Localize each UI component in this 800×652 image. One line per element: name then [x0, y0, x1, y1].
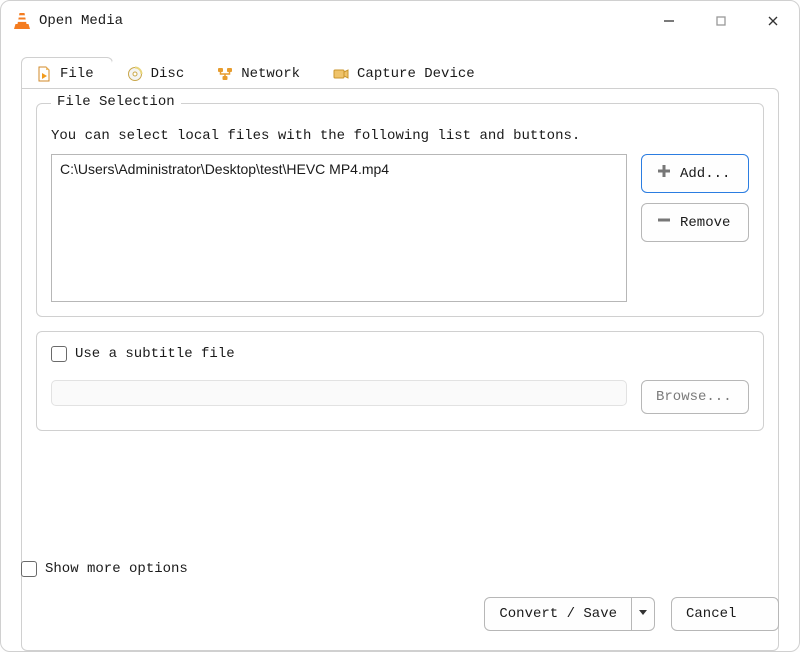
convert-save-label: Convert / Save — [499, 606, 617, 622]
titlebar: Open Media — [1, 1, 799, 41]
subtitle-checkbox[interactable] — [51, 346, 67, 362]
add-button-label: Add... — [680, 166, 730, 182]
convert-save-dropdown[interactable] — [632, 597, 655, 631]
subtitle-path-input — [51, 380, 627, 406]
tab-file-label: File — [60, 66, 94, 82]
window-title: Open Media — [39, 13, 123, 29]
subtitle-browse-button: Browse... — [641, 380, 749, 414]
tab-disc-label: Disc — [151, 66, 185, 82]
add-button[interactable]: Add... — [641, 154, 749, 193]
tab-bar: File Disc Network Capture Device — [21, 57, 779, 89]
capture-device-icon — [333, 66, 349, 82]
tab-disc[interactable]: Disc — [112, 57, 204, 89]
file-selection-group: File Selection You can select local file… — [36, 103, 764, 317]
dialog-footer: Convert / Save Cancel — [484, 597, 779, 631]
plus-icon — [656, 163, 672, 184]
cancel-button-label: Cancel — [686, 606, 736, 622]
disc-icon — [127, 66, 143, 82]
subtitle-checkbox-label: Use a subtitle file — [75, 346, 235, 362]
convert-save-split-button: Convert / Save — [484, 597, 655, 631]
tab-file[interactable]: File — [21, 57, 113, 89]
file-list-item[interactable]: C:\Users\Administrator\Desktop\test\HEVC… — [60, 161, 618, 177]
show-more-options-checkbox[interactable] — [21, 561, 37, 577]
file-icon — [36, 66, 52, 82]
maximize-button[interactable] — [695, 1, 747, 41]
subtitle-group: Use a subtitle file Browse... — [36, 331, 764, 431]
tab-capture[interactable]: Capture Device — [318, 57, 494, 89]
close-button[interactable] — [747, 1, 799, 41]
subtitle-browse-label: Browse... — [656, 389, 732, 405]
minus-icon — [656, 212, 672, 233]
maximize-icon — [714, 14, 728, 28]
network-icon — [217, 66, 233, 82]
vlc-app-icon — [13, 12, 31, 30]
tab-network[interactable]: Network — [202, 57, 319, 89]
show-more-options-row: Show more options — [21, 561, 188, 577]
minimize-icon — [662, 14, 676, 28]
minimize-button[interactable] — [643, 1, 695, 41]
file-list[interactable]: C:\Users\Administrator\Desktop\test\HEVC… — [51, 154, 627, 302]
cancel-button[interactable]: Cancel — [671, 597, 779, 631]
window-controls — [643, 1, 799, 41]
show-more-options-label: Show more options — [45, 561, 188, 577]
convert-save-button[interactable]: Convert / Save — [484, 597, 632, 631]
open-media-window: Open Media File Disc — [0, 0, 800, 652]
tab-network-label: Network — [241, 66, 300, 82]
close-icon — [766, 14, 780, 28]
file-selection-instructions: You can select local files with the foll… — [51, 128, 749, 144]
chevron-down-icon — [638, 606, 648, 622]
file-selection-legend: File Selection — [51, 94, 181, 110]
tab-capture-label: Capture Device — [357, 66, 475, 82]
remove-button[interactable]: Remove — [641, 203, 749, 242]
remove-button-label: Remove — [680, 215, 730, 231]
